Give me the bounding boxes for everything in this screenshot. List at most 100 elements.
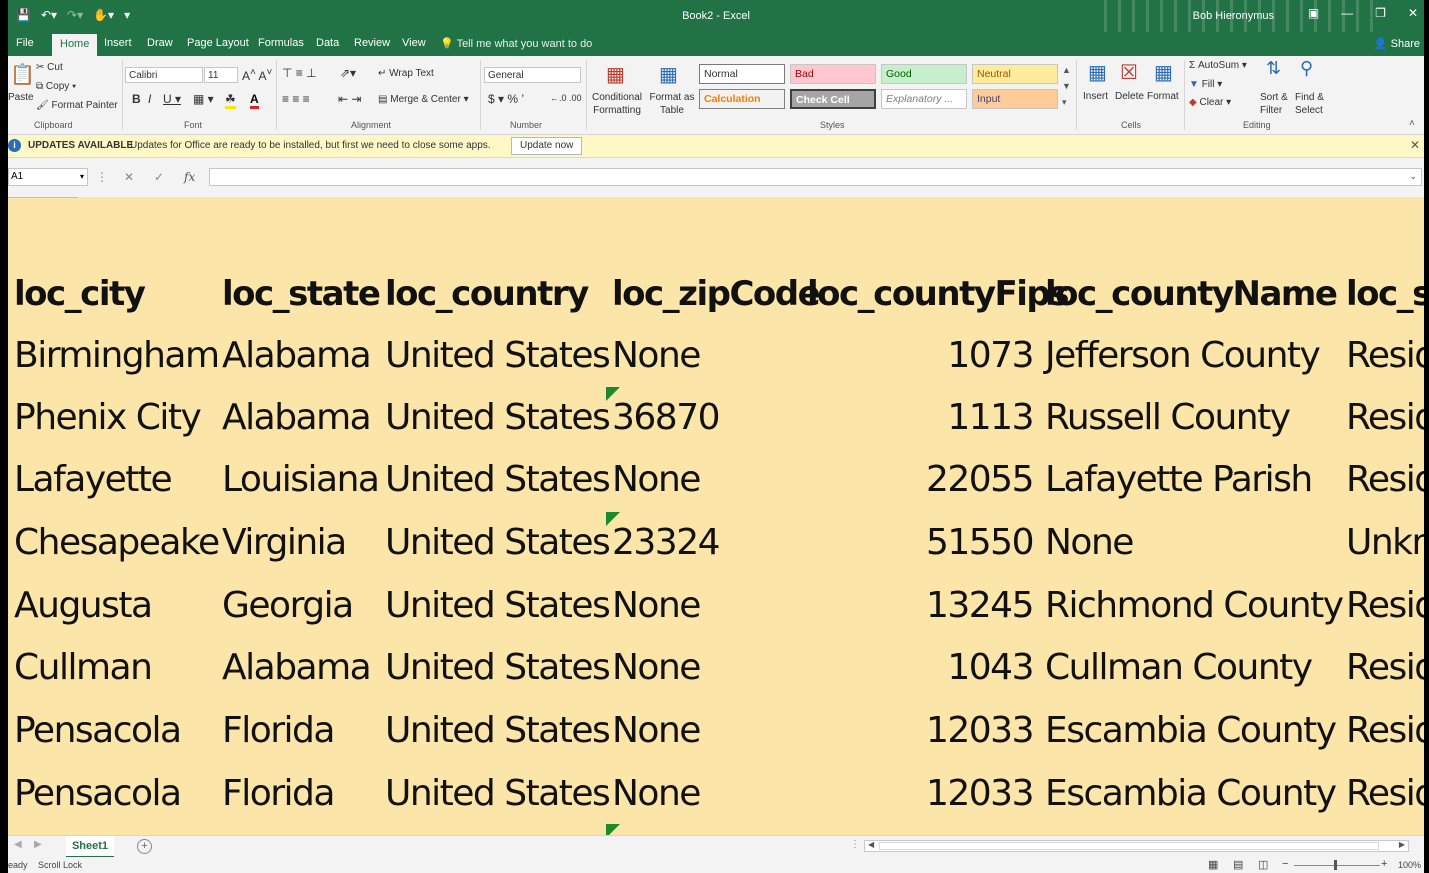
table-cell[interactable]: Georgia (222, 575, 354, 637)
style-input[interactable]: Input (972, 89, 1058, 109)
tab-review[interactable]: Review (354, 37, 390, 49)
header-cell[interactable]: loc_country (385, 263, 589, 325)
font-color-icon[interactable]: A (250, 92, 259, 109)
worksheet-grid[interactable]: loc_city loc_state loc_country loc_zipCo… (8, 197, 1424, 835)
zoom-out-icon[interactable]: − (1282, 858, 1288, 870)
scroll-sheets-right-icon[interactable]: ▶ (34, 839, 42, 850)
scrollbar-thumb[interactable] (879, 842, 1379, 850)
table-cell[interactable]: United States (385, 325, 611, 387)
vertical-align-icons[interactable]: ⊤ ≡ ⊥ (282, 66, 317, 80)
new-sheet-icon[interactable]: + (137, 839, 152, 854)
tab-file[interactable]: File (16, 37, 34, 49)
zoom-level[interactable]: 100% (1398, 860, 1421, 870)
table-cell[interactable]: Lafayette (14, 449, 173, 511)
enter-check-icon[interactable]: ✓ (154, 170, 164, 184)
tab-home[interactable]: Home (52, 34, 98, 56)
header-cell[interactable]: loc_zipCode (612, 263, 821, 325)
minimize-icon[interactable]: — (1341, 6, 1353, 20)
table-cell[interactable]: 23324 (612, 512, 721, 574)
table-cell[interactable]: Virginia (222, 512, 347, 574)
table-cell[interactable]: Lafayette Parish (1045, 449, 1313, 511)
table-cell[interactable]: Resid (1346, 575, 1424, 637)
table-cell[interactable]: None (1045, 512, 1134, 574)
clear-button[interactable]: ◆ Clear ▾ (1189, 97, 1231, 108)
table-cell[interactable]: Chesapeake (14, 512, 220, 574)
tell-me-box[interactable]: 💡 Tell me what you want to do (440, 37, 592, 50)
table-cell[interactable]: Cullman (14, 637, 153, 699)
scroll-sheets-left-icon[interactable]: ◀ (14, 839, 22, 850)
header-cell[interactable]: loc_s (1346, 263, 1424, 325)
table-cell[interactable]: None (612, 763, 701, 825)
table-cell[interactable]: Richmond County (1045, 575, 1344, 637)
paste-icon[interactable]: 📋 (10, 62, 35, 87)
table-cell[interactable]: 1113 (808, 387, 1034, 449)
table-cell[interactable]: Resid (1346, 637, 1424, 699)
zoom-slider-thumb[interactable] (1334, 860, 1337, 870)
table-cell[interactable]: United States (385, 387, 611, 449)
find-magnifier-icon[interactable]: ⚲ (1300, 58, 1313, 79)
delete-cells-icon[interactable]: ☒ (1120, 60, 1138, 85)
horizontal-scrollbar[interactable]: ◀ ▶ (864, 840, 1409, 852)
collapse-ribbon-icon[interactable]: ˄ (1409, 118, 1415, 129)
table-cell[interactable]: United States (385, 449, 611, 511)
user-name[interactable]: Bob Hieronymus (1193, 10, 1274, 22)
table-cell[interactable]: Resid (1346, 325, 1424, 387)
scroll-left-icon[interactable]: ◀ (868, 840, 874, 849)
number-format-combo[interactable]: General (484, 67, 581, 83)
bold-button[interactable]: B (132, 92, 141, 106)
table-cell[interactable]: Birmingham (14, 325, 220, 387)
decimal-icons[interactable]: ←.0 .00 (550, 93, 582, 103)
find-select-button[interactable]: Find & Select (1295, 91, 1331, 117)
normal-view-icon[interactable]: ▦ (1208, 858, 1218, 871)
table-cell[interactable]: 12033 (808, 763, 1035, 825)
share-button[interactable]: 👤 Share (1374, 37, 1420, 50)
font-name-combo[interactable]: Calibri (125, 67, 203, 83)
table-cell[interactable]: Unkn (1346, 512, 1424, 574)
wrap-text-button[interactable]: ↵ Wrap Text (378, 68, 434, 79)
table-cell[interactable]: Pensacola (14, 700, 182, 762)
format-table-icon[interactable]: ▦ (659, 62, 678, 87)
restore-icon[interactable]: ❐ (1375, 6, 1386, 20)
table-cell[interactable]: United States (385, 700, 611, 762)
merge-center-button[interactable]: ▤ Merge & Center ▾ (378, 94, 469, 105)
style-calculation[interactable]: Calculation (699, 89, 785, 109)
table-cell[interactable]: 13245 (808, 575, 1035, 637)
table-cell[interactable]: Louisiana (222, 449, 380, 511)
table-cell[interactable]: Florida (222, 700, 335, 762)
ribbon-display-icon[interactable]: ▣ (1308, 6, 1319, 20)
zoom-slider[interactable] (1294, 865, 1380, 866)
split-handle-icon[interactable]: ⋮ (850, 839, 860, 850)
tab-data[interactable]: Data (316, 37, 339, 49)
paste-button[interactable]: Paste (8, 92, 34, 103)
formula-input[interactable]: ⌄ (209, 168, 1422, 186)
table-cell[interactable]: Jefferson County (1045, 325, 1321, 387)
name-box[interactable]: A1 ▾ (8, 168, 88, 186)
table-cell[interactable]: Escambia County (1045, 763, 1337, 825)
table-cell[interactable]: Resid (1346, 700, 1424, 762)
table-cell[interactable]: None (612, 449, 701, 511)
tab-formulas[interactable]: Formulas (258, 37, 304, 49)
style-good[interactable]: Good (881, 64, 967, 84)
cancel-icon[interactable]: ✕ (124, 170, 134, 184)
header-cell[interactable]: loc_countyName (1045, 263, 1338, 325)
cut-button[interactable]: ✂ Cut (36, 62, 63, 73)
insert-button[interactable]: Insert (1083, 91, 1108, 102)
currency-percent-comma-icons[interactable]: $ ▾ % ’ (488, 92, 524, 106)
font-size-combo[interactable]: 11 (204, 67, 238, 83)
number-as-text-indicator[interactable] (606, 824, 620, 835)
sort-filter-button[interactable]: Sort & Filter (1260, 91, 1296, 117)
style-normal[interactable]: Normal (699, 64, 785, 84)
table-cell[interactable]: 1043 (808, 637, 1034, 699)
table-cell[interactable]: None (612, 700, 701, 762)
header-cell[interactable]: loc_countyFips (807, 263, 1069, 325)
table-cell[interactable]: 22055 (808, 449, 1035, 511)
page-layout-view-icon[interactable]: ▤ (1233, 858, 1243, 871)
autosum-button[interactable]: Σ AutoSum ▾ (1189, 60, 1247, 71)
table-cell[interactable]: 51550 (808, 512, 1035, 574)
table-cell[interactable]: United States (385, 763, 611, 825)
indent-icons[interactable]: ⇤ ⇥ (338, 92, 361, 106)
format-cells-icon[interactable]: ▦ (1154, 60, 1173, 85)
fill-color-icon[interactable]: ☘ (225, 92, 236, 109)
table-cell[interactable]: Alabama (222, 325, 372, 387)
tab-view[interactable]: View (402, 37, 426, 49)
